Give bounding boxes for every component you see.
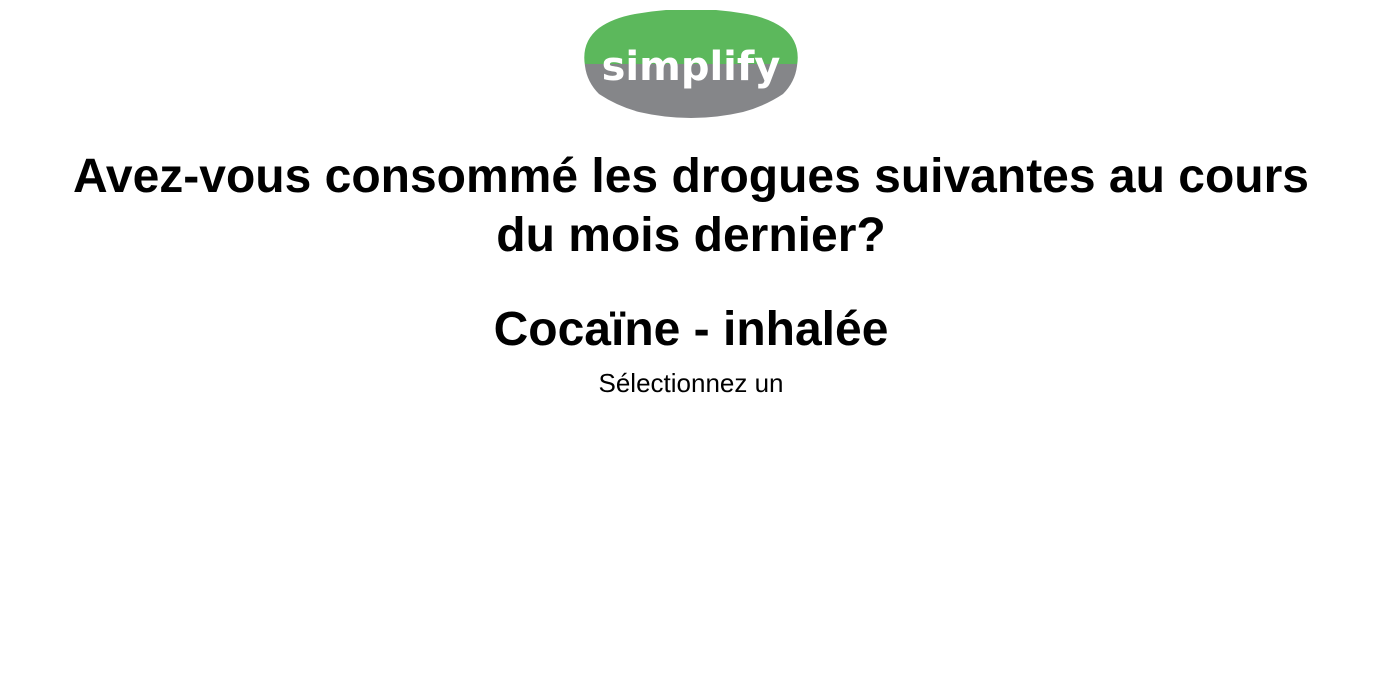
simplify-logo: simplify [583, 10, 799, 120]
select-one-instruction: Sélectionnez un [598, 368, 784, 398]
drug-item-title: Cocaïne - inhalée [493, 303, 889, 356]
question-heading: Avez-vous consommé les drogues suivantes… [73, 150, 1309, 262]
logo-wordmark: simplify [602, 44, 781, 90]
survey-page: simplify Avez-vous consommé les drogues … [0, 0, 1382, 683]
